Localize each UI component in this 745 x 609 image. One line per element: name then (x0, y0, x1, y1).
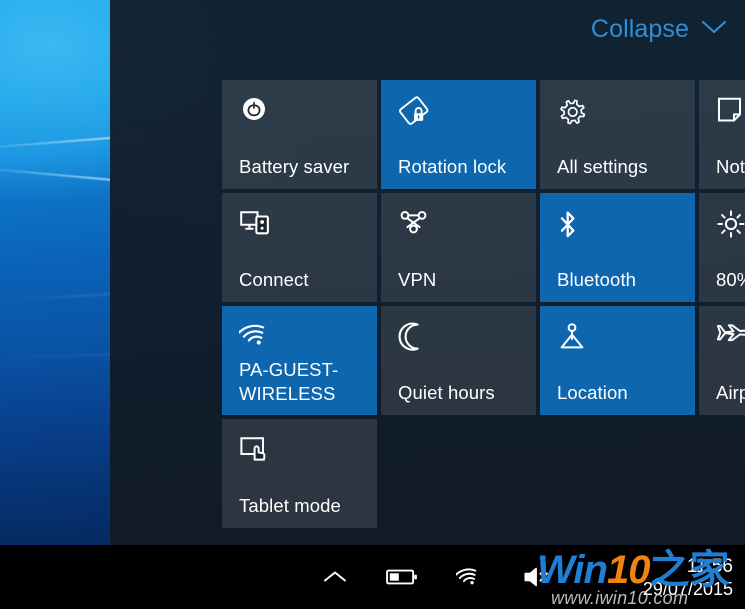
tile-label: Connect (239, 269, 309, 290)
clock-time: 11:56 (686, 555, 733, 577)
tile-rotation-lock[interactable]: Rotation lock (381, 80, 536, 189)
airplane-icon (716, 322, 745, 356)
tile-connect[interactable]: Connect (222, 193, 377, 302)
connect-icon (239, 209, 363, 243)
moon-icon (398, 322, 522, 356)
taskbar: 11:56 29/07/2015 Win10之家 www.iwin10.com (0, 545, 745, 609)
tile-vpn[interactable]: VPN (381, 193, 536, 302)
tile-label: All settings (557, 156, 648, 177)
rotation-lock-icon (398, 96, 522, 130)
system-tray (322, 545, 550, 609)
collapse-button[interactable]: Collapse (591, 17, 727, 42)
tile-label: Note (716, 156, 745, 177)
tile-label: Battery saver (239, 156, 350, 177)
collapse-label: Collapse (590, 15, 689, 43)
tile-all-settings[interactable]: All settings (540, 80, 695, 189)
battery-saver-icon (239, 96, 363, 130)
clock[interactable]: 11:56 29/07/2015 (643, 545, 733, 609)
tile-label: PA-GUEST-WIRELESS (239, 359, 339, 404)
tile-label: Location (557, 382, 628, 403)
tile-wifi[interactable]: PA-GUEST-WIRELESS (222, 306, 377, 415)
show-hidden-icons-chevron-up-icon[interactable] (322, 569, 348, 585)
tile-bluetooth[interactable]: Bluetooth (540, 193, 695, 302)
tile-label: Rotation lock (398, 156, 507, 177)
tile-location[interactable]: Location (540, 306, 695, 415)
tile-brightness[interactable]: 80% (699, 193, 745, 302)
tile-label: Airplane mode (716, 382, 745, 403)
tile-label: Tablet mode (239, 495, 341, 516)
tile-label: Bluetooth (557, 269, 637, 290)
tile-airplane-mode[interactable]: Airplane mode (699, 306, 745, 415)
quick-action-tile-grid: Battery saver Rotation lock All settings… (222, 80, 745, 528)
gear-icon (557, 96, 681, 130)
volume-muted-icon[interactable] (520, 566, 550, 588)
clock-date: 29/07/2015 (642, 578, 733, 599)
wifi-icon[interactable] (455, 567, 482, 587)
tile-quiet-hours[interactable]: Quiet hours (381, 306, 536, 415)
bluetooth-icon (557, 209, 681, 243)
location-icon (557, 322, 681, 356)
tablet-mode-icon (239, 435, 363, 469)
brightness-icon (716, 209, 745, 243)
note-icon (716, 96, 745, 130)
vpn-icon (398, 209, 522, 243)
battery-icon[interactable] (386, 568, 418, 586)
tile-label: VPN (398, 269, 437, 290)
chevron-down-icon (701, 19, 727, 40)
action-center-panel: Collapse Battery saver Rotation lock All… (110, 0, 745, 545)
tile-note[interactable]: Note (699, 80, 745, 189)
wifi-icon (238, 322, 363, 356)
tile-battery-saver[interactable]: Battery saver (222, 80, 377, 189)
tile-label: 80% (716, 269, 745, 290)
tile-label: Quiet hours (398, 382, 495, 403)
tile-tablet-mode[interactable]: Tablet mode (222, 419, 377, 528)
